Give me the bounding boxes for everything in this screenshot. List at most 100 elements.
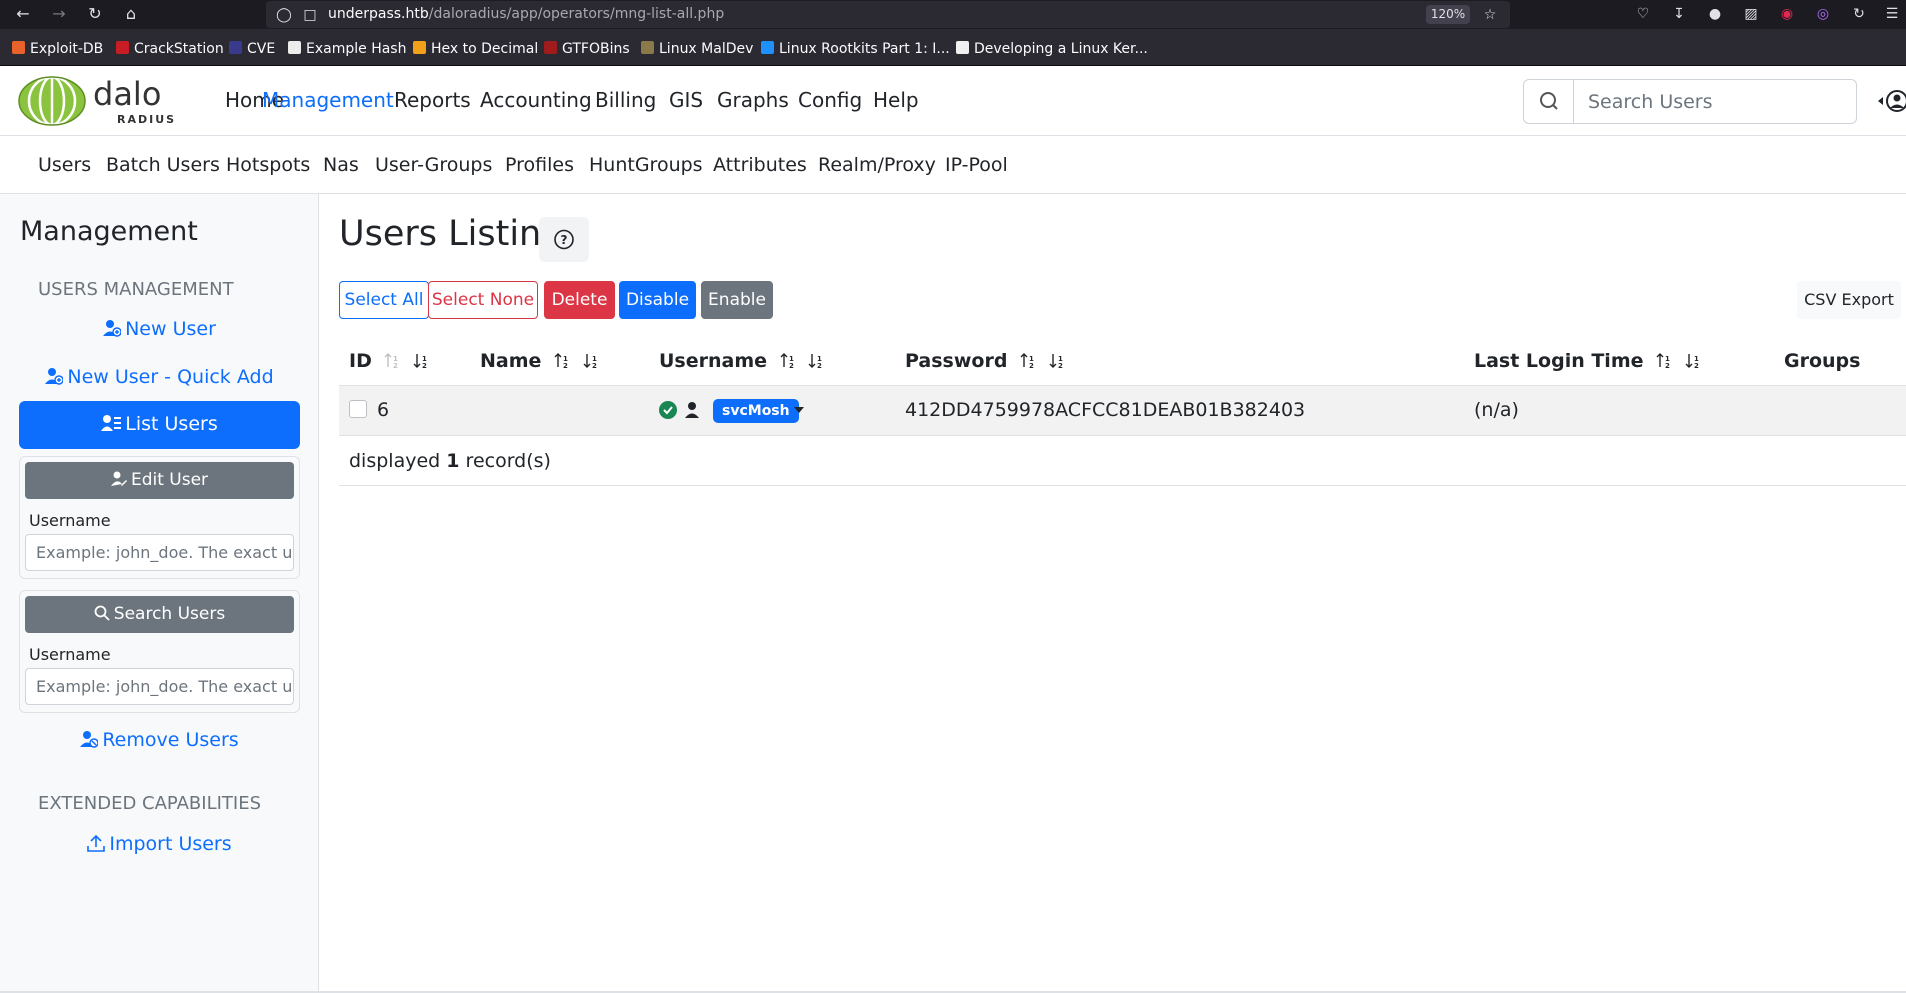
sort-desc-icon[interactable]: 12 <box>1685 352 1701 370</box>
sort-asc-icon[interactable]: 12 <box>1656 352 1672 370</box>
sort-desc-icon[interactable]: 12 <box>583 352 599 370</box>
search-group <box>1523 79 1857 124</box>
search-users-card: Search Users Username <box>19 590 300 713</box>
nav-reports[interactable]: Reports <box>394 88 471 112</box>
subnav-realm-proxy[interactable]: Realm/Proxy <box>818 154 936 176</box>
chevron-down-icon[interactable] <box>793 406 805 414</box>
sort-desc-icon[interactable]: 12 <box>413 352 429 370</box>
user-edit-icon <box>110 471 127 486</box>
back-icon[interactable]: ← <box>12 3 34 25</box>
daloradius-logo[interactable]: dalo RADIUS <box>10 76 175 126</box>
search-username-input[interactable] <box>25 668 294 705</box>
delete-button[interactable]: Delete <box>544 281 615 319</box>
nav-billing[interactable]: Billing <box>595 88 656 112</box>
help-button[interactable]: ? <box>539 217 589 262</box>
column-header-name[interactable]: Name 12 12 <box>480 350 599 372</box>
subnav-users[interactable]: Users <box>38 154 91 176</box>
extension-purple-icon[interactable]: ◎ <box>1813 4 1833 24</box>
sort-asc-icon[interactable]: 12 <box>554 352 570 370</box>
svg-text:2: 2 <box>817 362 822 370</box>
extension-red-icon[interactable]: ◉ <box>1777 4 1797 24</box>
reload-icon[interactable]: ↻ <box>84 3 106 25</box>
sort-asc-icon[interactable]: 12 <box>384 352 400 370</box>
sidebar-new-user[interactable]: New User <box>19 318 300 348</box>
url-bar[interactable]: ◯ □ underpass.htb/daloradius/app/operato… <box>266 1 1510 28</box>
bookmark-exploit-db[interactable]: Exploit-DB <box>12 41 103 57</box>
enable-button[interactable]: Enable <box>701 281 773 319</box>
nav-management[interactable]: Management <box>262 88 394 112</box>
sort-asc-icon[interactable]: 12 <box>1020 352 1036 370</box>
search-icon <box>94 605 110 621</box>
disable-button[interactable]: Disable <box>619 281 696 319</box>
subnav-ip-pool[interactable]: IP-Pool <box>945 154 1008 176</box>
bookmark-linux-rootkits[interactable]: Linux Rootkits Part 1: I... <box>761 41 950 57</box>
subnav-huntgroups[interactable]: HuntGroups <box>589 154 703 176</box>
subnav-hotspots[interactable]: Hotspots <box>226 154 310 176</box>
download-icon[interactable]: ↧ <box>1669 4 1689 24</box>
row-checkbox[interactable] <box>349 400 367 418</box>
edit-username-input[interactable] <box>25 534 294 571</box>
search-input[interactable] <box>1574 80 1856 123</box>
csv-export-button[interactable]: CSV Export <box>1797 281 1901 319</box>
nav-graphs[interactable]: Graphs <box>717 88 789 112</box>
column-header-last-login[interactable]: Last Login Time 12 12 <box>1474 350 1701 372</box>
bookmark-cve[interactable]: CVE <box>229 41 275 57</box>
cell-password: 412DD4759978ACFCC81DEAB01B382403 <box>905 399 1306 421</box>
sort-desc-icon[interactable]: 12 <box>808 352 824 370</box>
upload-icon <box>87 834 106 852</box>
subnav-profiles[interactable]: Profiles <box>505 154 574 176</box>
edit-username-label: Username <box>29 511 111 530</box>
hex-to-decimal-icon <box>413 41 426 54</box>
search-button[interactable] <box>1524 80 1574 123</box>
bookmark-linux-maldev[interactable]: Linux MalDev <box>641 41 753 57</box>
sidebar-new-user-quick-add[interactable]: New User - Quick Add <box>19 366 300 396</box>
cell-last-login: (n/a) <box>1474 399 1519 421</box>
nav-gis[interactable]: GIS <box>669 88 703 112</box>
column-header-password[interactable]: Password 12 12 <box>905 350 1065 372</box>
select-none-button[interactable]: Select None <box>428 281 538 319</box>
bookmarks-bar: Exploit-DB CrackStation CVE Example Hash… <box>0 29 1906 66</box>
bookmark-developing-linux-kernel[interactable]: Developing a Linux Ker... <box>956 41 1148 57</box>
column-header-id[interactable]: ID 12 12 <box>349 350 429 372</box>
search-users-button[interactable]: Search Users <box>25 596 294 633</box>
user-icon <box>685 402 699 418</box>
subnav-nas[interactable]: Nas <box>323 154 359 176</box>
edit-user-button[interactable]: Edit User <box>25 462 294 499</box>
linux-maldev-icon <box>641 41 654 54</box>
sidebar: Management USERS MANAGEMENT New User New… <box>0 194 319 993</box>
zoom-level[interactable]: 120% <box>1426 5 1470 24</box>
account-icon[interactable]: ● <box>1705 4 1725 24</box>
user-menu-toggle[interactable] <box>1876 89 1906 113</box>
nav-config[interactable]: Config <box>798 88 862 112</box>
extensions-icon[interactable]: ▨ <box>1741 4 1761 24</box>
subnav-batch-users[interactable]: Batch Users <box>106 154 220 176</box>
sort-asc-icon[interactable]: 12 <box>780 352 796 370</box>
bookmark-example-hash[interactable]: Example Hash <box>288 41 406 57</box>
sync-icon[interactable]: ↻ <box>1849 4 1869 24</box>
bookmark-gtfobins[interactable]: GTFOBins <box>544 41 630 57</box>
sidebar-list-users[interactable]: List Users <box>19 401 300 449</box>
sidebar-remove-users[interactable]: Remove Users <box>19 729 300 759</box>
select-all-button[interactable]: Select All <box>339 281 429 319</box>
home-icon[interactable]: ⌂ <box>120 3 142 25</box>
forward-icon[interactable]: → <box>48 3 70 25</box>
bookmark-hex-to-decimal[interactable]: Hex to Decimal <box>413 41 538 57</box>
bookmark-star-icon[interactable]: ☆ <box>1480 5 1500 25</box>
cve-icon <box>229 41 242 54</box>
sidebar-import-users[interactable]: Import Users <box>19 833 300 863</box>
section-users-management: USERS MANAGEMENT <box>38 279 234 300</box>
svg-text:2: 2 <box>1029 362 1034 370</box>
help-icon: ? <box>554 229 574 250</box>
nav-accounting[interactable]: Accounting <box>480 88 592 112</box>
subnav-user-groups[interactable]: User-Groups <box>375 154 492 176</box>
nav-help[interactable]: Help <box>873 88 919 112</box>
svg-text:2: 2 <box>592 362 597 370</box>
bookmark-crackstation[interactable]: CrackStation <box>116 41 224 57</box>
linux-rootkits-icon <box>761 41 774 54</box>
subnav-attributes[interactable]: Attributes <box>713 154 807 176</box>
username-badge[interactable]: svcMosh <box>713 399 799 423</box>
sort-desc-icon[interactable]: 12 <box>1049 352 1065 370</box>
menu-icon[interactable]: ☰ <box>1882 4 1902 24</box>
column-header-username[interactable]: Username 12 12 <box>659 350 824 372</box>
pocket-icon[interactable]: ♡ <box>1633 4 1653 24</box>
